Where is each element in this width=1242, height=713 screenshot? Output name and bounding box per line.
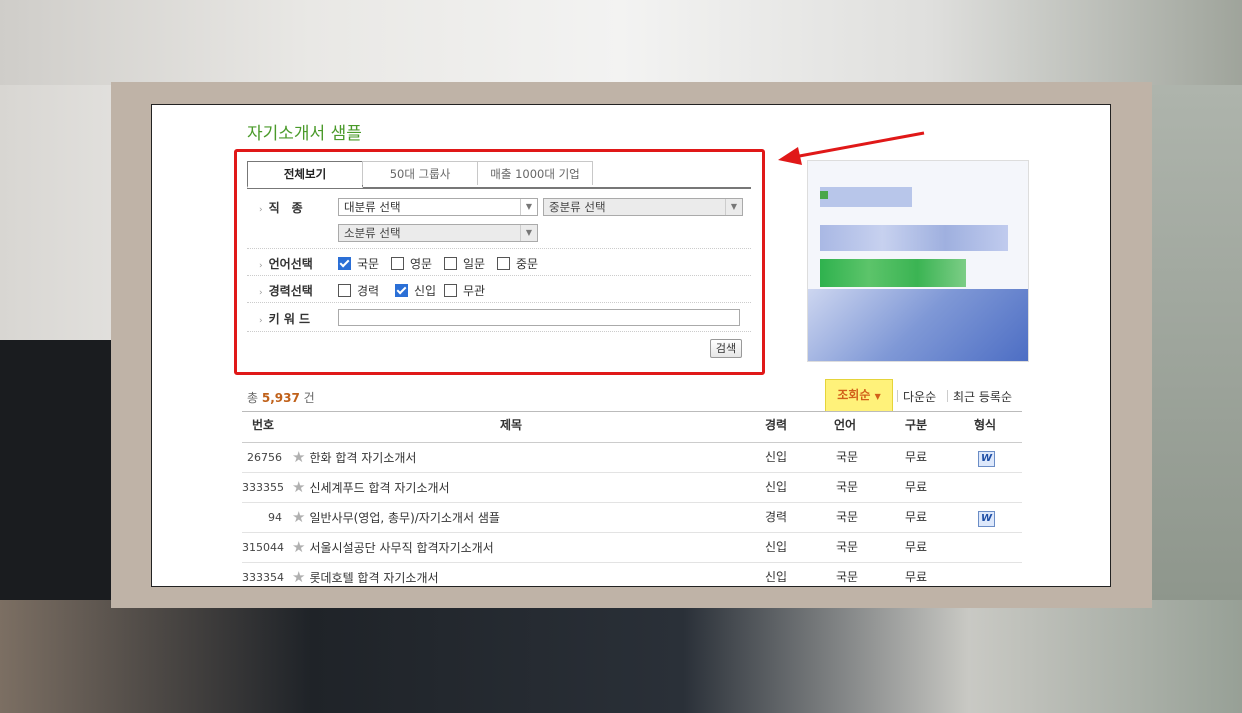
row-career: 신입 xyxy=(765,570,788,584)
count-value: 5,937 xyxy=(261,391,300,405)
red-pointer-arrow-icon xyxy=(778,131,925,165)
result-count: 총 5,937 건 xyxy=(247,389,315,406)
sort-by-views-button[interactable]: 조회순 ▼ xyxy=(825,379,893,412)
row-number: 333355 xyxy=(242,481,284,494)
background-left xyxy=(0,340,115,610)
table-row[interactable]: 94 ★ 일반사무(영업, 총무)/자기소개서 샘플 경력 국문 무료 W xyxy=(242,503,1022,533)
row-number: 94 xyxy=(268,511,282,524)
ad-banner[interactable] xyxy=(807,160,1029,362)
sort-separator xyxy=(947,390,948,402)
star-icon[interactable]: ★ xyxy=(292,538,305,556)
row-language: 국문 xyxy=(836,450,859,464)
count-suffix: 건 xyxy=(303,391,315,405)
row-career: 신입 xyxy=(765,450,788,464)
ad-blurred-button xyxy=(820,259,966,287)
row-category: 무료 xyxy=(905,510,928,524)
row-title-text[interactable]: 한화 합격 자기소개서 xyxy=(309,451,416,465)
row-number: 26756 xyxy=(247,451,282,464)
row-title[interactable]: ★ 일반사무(영업, 총무)/자기소개서 샘플 xyxy=(292,503,500,533)
ad-blurred-mark xyxy=(820,191,828,199)
row-category: 무료 xyxy=(905,450,928,464)
table-header: 번호 제목 경력 언어 구분 형식 xyxy=(242,412,1022,443)
header-title: 제목 xyxy=(500,418,523,432)
table-row[interactable]: 26756 ★ 한화 합격 자기소개서 신입 국문 무료 W xyxy=(242,443,1022,473)
ad-blurred-image xyxy=(808,289,1028,361)
row-category: 무료 xyxy=(905,480,928,494)
row-title-text[interactable]: 롯데호텔 합격 자기소개서 xyxy=(309,571,438,585)
star-icon[interactable]: ★ xyxy=(292,568,305,586)
row-title-text[interactable]: 일반사무(영업, 총무)/자기소개서 샘플 xyxy=(309,511,499,525)
row-number: 315044 xyxy=(242,541,284,554)
row-language: 국문 xyxy=(836,570,859,584)
row-title-text[interactable]: 서울시설공단 사무직 합격자기소개서 xyxy=(309,541,493,555)
row-format: W xyxy=(978,503,995,532)
red-highlight-box xyxy=(234,149,765,375)
row-language: 국문 xyxy=(836,480,859,494)
row-title[interactable]: ★ 한화 합격 자기소개서 xyxy=(292,443,416,473)
word-doc-icon[interactable]: W xyxy=(978,451,995,467)
row-career: 신입 xyxy=(765,480,788,494)
row-career: 신입 xyxy=(765,540,788,554)
background-right xyxy=(1150,85,1242,605)
table-row[interactable]: 333354 ★ 롯데호텔 합격 자기소개서 신입 국문 무료 xyxy=(242,563,1022,586)
sort-by-recent-link[interactable]: 최근 등록순 xyxy=(953,388,1012,405)
star-icon[interactable]: ★ xyxy=(292,478,305,496)
row-title-text[interactable]: 신세계푸드 합격 자기소개서 xyxy=(309,481,449,495)
count-prefix: 총 xyxy=(247,391,259,405)
sort-active-label: 조회순 xyxy=(837,388,871,402)
header-number: 번호 xyxy=(252,418,275,432)
ad-blurred-text xyxy=(820,187,912,207)
caret-down-icon: ▼ xyxy=(874,392,881,401)
header-language: 언어 xyxy=(834,418,857,432)
header-category: 구분 xyxy=(905,418,928,432)
row-language: 국문 xyxy=(836,540,859,554)
word-doc-icon[interactable]: W xyxy=(978,511,995,527)
ad-blurred-headline xyxy=(820,225,1008,251)
header-career: 경력 xyxy=(765,418,788,432)
table-row[interactable]: 333355 ★ 신세계푸드 합격 자기소개서 신입 국문 무료 xyxy=(242,473,1022,503)
row-category: 무료 xyxy=(905,570,928,584)
row-format: W xyxy=(978,443,995,472)
row-category: 무료 xyxy=(905,540,928,554)
results-table: 번호 제목 경력 언어 구분 형식 26756 ★ 한화 합격 자기소개서 신입 … xyxy=(242,411,1022,586)
header-format: 형식 xyxy=(974,418,997,432)
table-row[interactable]: 315044 ★ 서울시설공단 사무직 합격자기소개서 신입 국문 무료 xyxy=(242,533,1022,563)
sort-by-downloads-link[interactable]: 다운순 xyxy=(903,388,936,405)
row-title[interactable]: ★ 서울시설공단 사무직 합격자기소개서 xyxy=(292,533,494,563)
row-number: 333354 xyxy=(242,571,284,584)
star-icon[interactable]: ★ xyxy=(292,448,305,466)
star-icon[interactable]: ★ xyxy=(292,508,305,526)
row-language: 국문 xyxy=(836,510,859,524)
background-bottom xyxy=(0,600,1242,713)
page-title: 자기소개서 샘플 xyxy=(247,124,362,144)
background-top xyxy=(0,0,1242,85)
row-title[interactable]: ★ 롯데호텔 합격 자기소개서 xyxy=(292,563,439,586)
row-title[interactable]: ★ 신세계푸드 합격 자기소개서 xyxy=(292,473,450,503)
content-panel: 자기소개서 샘플 전체보기 50대 그룹사 매출 1000대 기업 › 직 종 대… xyxy=(151,104,1111,587)
sort-separator xyxy=(897,390,898,402)
row-career: 경력 xyxy=(765,510,788,524)
